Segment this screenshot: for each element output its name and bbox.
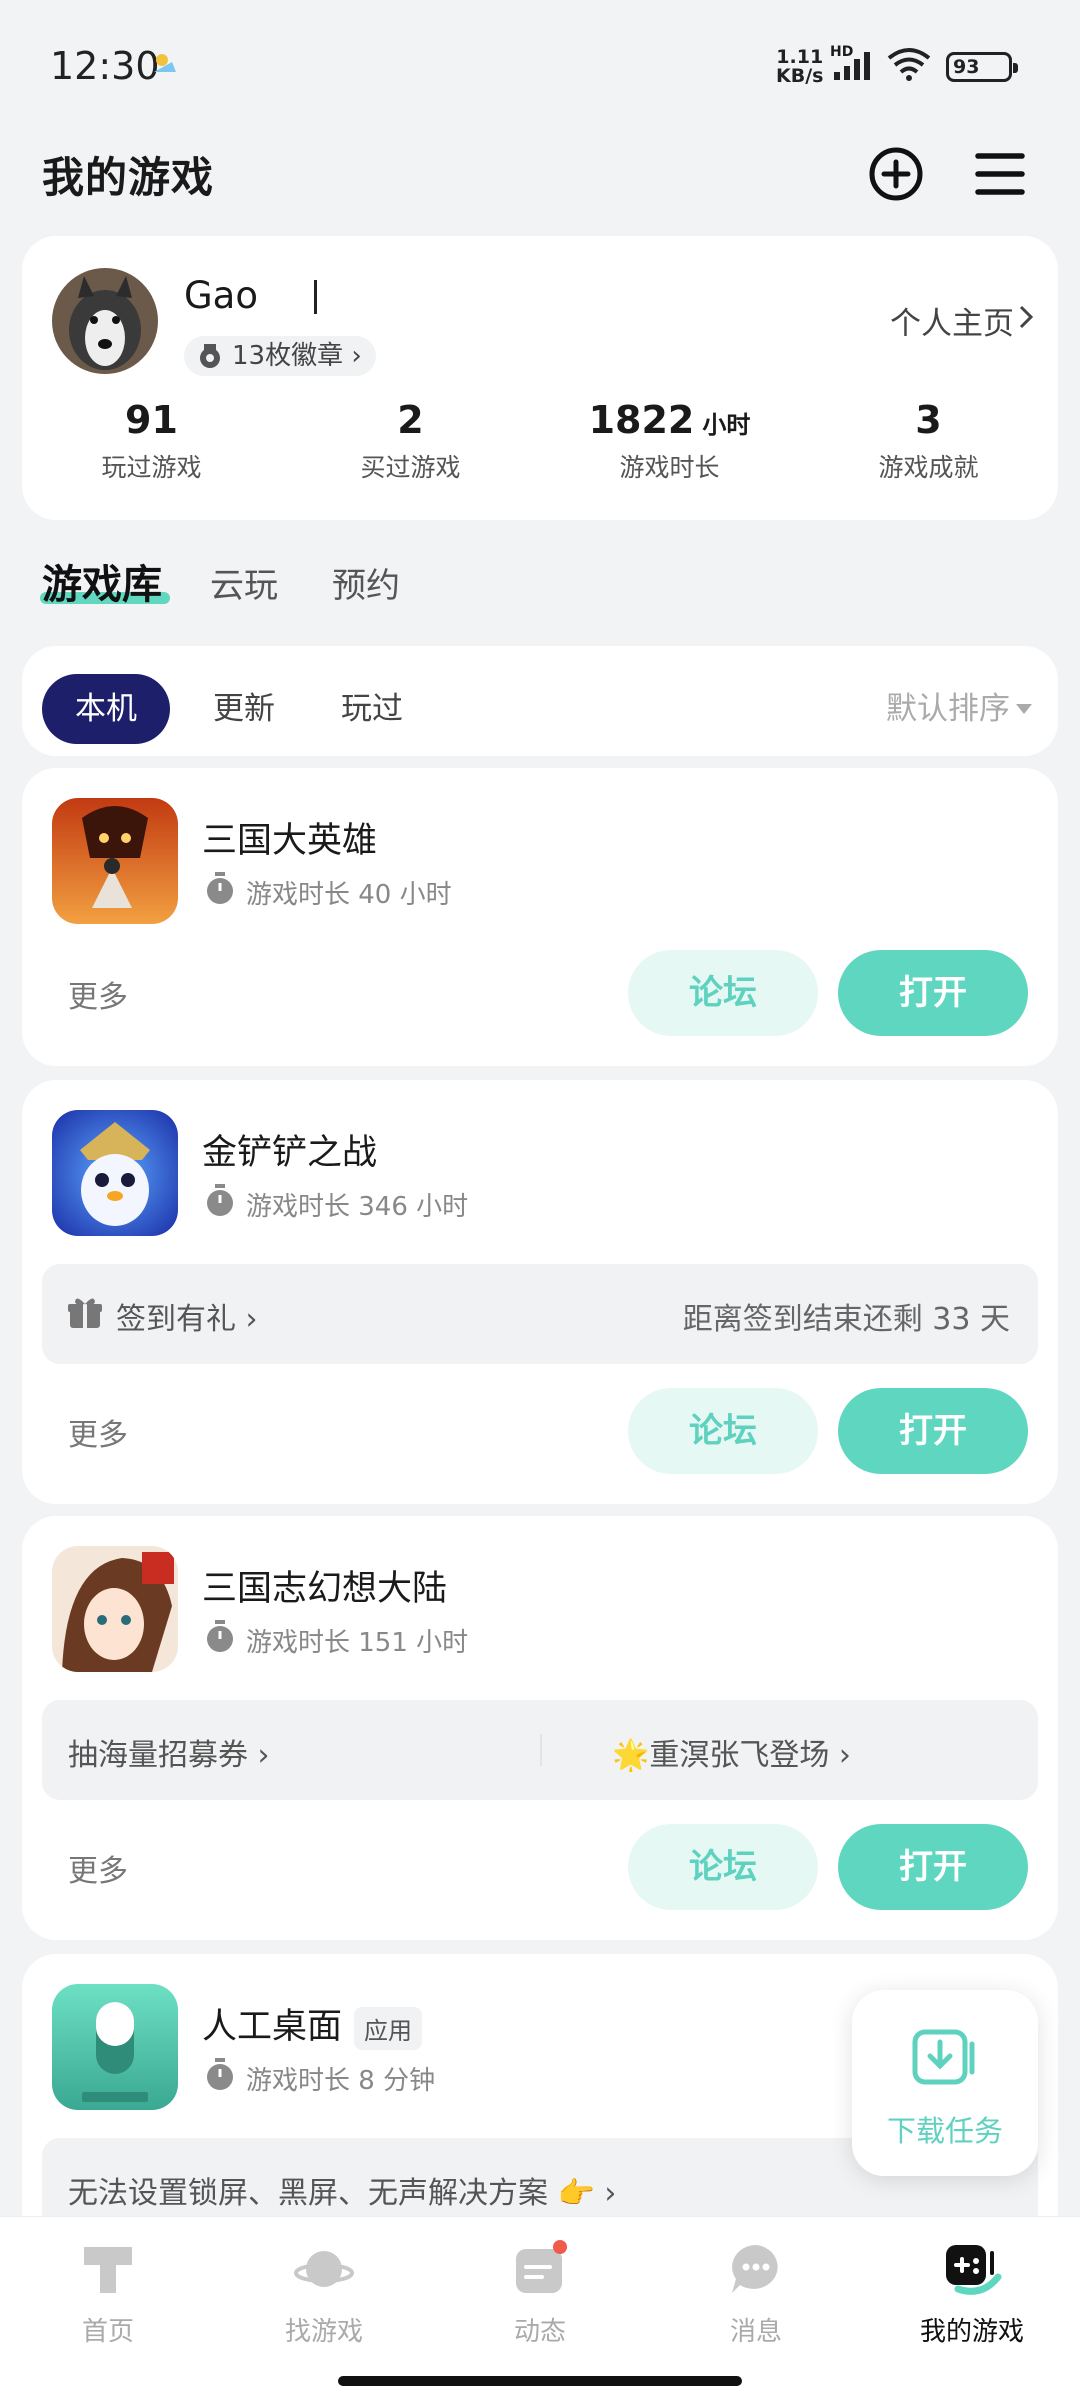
home-icon (84, 2247, 132, 2293)
medal-icon (200, 344, 220, 368)
nav-feed[interactable]: 动态 (432, 2217, 648, 2357)
profile-card: Gao 13枚徽章 › 个人主页 91 玩过游戏 2 买过游戏 1822 小时 游… (22, 236, 1058, 520)
stat-achievements[interactable]: 3 游戏成就 (799, 398, 1058, 484)
homepage-link[interactable]: 个人主页 (890, 298, 1014, 343)
stopwatch-icon (207, 1184, 233, 1216)
filter-chip-played[interactable]: 玩过 (322, 674, 422, 744)
chat-icon (732, 2245, 778, 2293)
stat-bought[interactable]: 2 买过游戏 (281, 398, 540, 484)
app-tag: 应用 (354, 2006, 423, 2050)
bottom-nav: 首页 找游戏 动态 消息 我的游戏 (0, 2216, 1080, 2400)
chevron-right-icon (1019, 305, 1034, 329)
game-icon[interactable] (52, 1984, 178, 2110)
stat-playtime[interactable]: 1822 小时 游戏时长 (540, 398, 799, 484)
filter-chip-updates[interactable]: 更新 (194, 674, 294, 744)
profile-name: Gao (184, 274, 258, 317)
clock: 12:30 (50, 44, 160, 88)
play-time: 游戏时长 346 小时 (246, 1192, 469, 1222)
checkin-label: 签到有礼 › (116, 1302, 258, 1337)
event-link-zhangfei[interactable]: 🌟重溟张飞登场 › (612, 1730, 851, 1774)
more-button[interactable]: 更多 (68, 1410, 128, 1454)
filter-bar: 本机 更新 玩过 默认排序 (22, 646, 1058, 756)
page-title: 我的游戏 (42, 153, 215, 202)
battery-indicator: 93 (946, 52, 1018, 82)
forum-button[interactable]: 论坛 (628, 1824, 818, 1910)
menu-icon[interactable] (970, 144, 1030, 204)
play-time: 游戏时长 151 小时 (246, 1628, 469, 1658)
status-bar: 12:30 1.11 KB/s HD 93 (0, 0, 1080, 130)
caret-down-icon (1016, 704, 1032, 714)
play-time: 游戏时长 8 分钟 (246, 2066, 436, 2096)
open-button[interactable]: 打开 (838, 950, 1028, 1036)
game-title: 三国志幻想大陆 (202, 1569, 448, 1609)
signal-icon (834, 52, 870, 80)
nav-my-games[interactable]: 我的游戏 (864, 2217, 1080, 2357)
download-icon (912, 2029, 975, 2085)
tab-reserve[interactable]: 预约 (332, 558, 400, 607)
nav-messages[interactable]: 消息 (648, 2217, 864, 2357)
gamepad-icon (946, 2245, 1002, 2295)
game-card: 三国志幻想大陆 游戏时长 151 小时 抽海量招募券 › 🌟重溟张飞登场 › 更… (22, 1516, 1058, 1940)
checkin-banner[interactable]: 签到有礼 › 距离签到结束还剩 33 天 (42, 1264, 1038, 1364)
event-link-recruit[interactable]: 抽海量招募券 › (68, 1730, 270, 1774)
filter-chip-local[interactable]: 本机 (42, 674, 170, 744)
feed-icon (516, 2240, 567, 2293)
plus-circle-icon[interactable] (866, 144, 926, 204)
more-button[interactable]: 更多 (68, 1846, 128, 1890)
stopwatch-icon (207, 1620, 233, 1652)
game-card: 金铲铲之战 游戏时长 346 小时 签到有礼 › 距离签到结束还剩 33 天 更… (22, 1080, 1058, 1504)
badge-count[interactable]: 13枚徽章 › (184, 336, 376, 376)
game-title: 金铲铲之战 (202, 1133, 378, 1173)
nav-home[interactable]: 首页 (0, 2217, 216, 2357)
event-banner: 抽海量招募券 › 🌟重溟张飞登场 › (42, 1700, 1038, 1800)
game-card: 三国大英雄 游戏时长 40 小时 更多 论坛 打开 (22, 768, 1058, 1066)
help-link: 无法设置锁屏、黑屏、无声解决方案 👉 › (68, 2176, 617, 2211)
stopwatch-icon (207, 872, 233, 904)
divider (540, 1734, 542, 1766)
home-indicator (338, 2376, 742, 2386)
open-button[interactable]: 打开 (838, 1388, 1028, 1474)
stopwatch-icon (207, 2058, 233, 2090)
weather-icon (154, 54, 176, 72)
avatar[interactable] (52, 268, 158, 374)
game-icon[interactable] (52, 1546, 178, 1672)
wifi-icon (887, 48, 931, 81)
gift-icon (68, 1298, 102, 1328)
tab-library[interactable]: 游戏库 (42, 552, 162, 610)
game-title: 三国大英雄 (202, 821, 378, 861)
game-title: 人工桌面 应用 (202, 1998, 423, 2050)
download-tasks-label: 下载任务 (886, 2114, 1003, 2148)
download-tasks-button[interactable]: 下载任务 (852, 1990, 1038, 2176)
forum-button[interactable]: 论坛 (628, 1388, 818, 1474)
tab-cloud[interactable]: 云玩 (210, 558, 278, 607)
network-speed: 1.11 KB/s (776, 46, 824, 87)
stat-played[interactable]: 91 玩过游戏 (22, 398, 281, 484)
play-time: 游戏时长 40 小时 (246, 880, 452, 910)
nav-find-games[interactable]: 找游戏 (216, 2217, 432, 2357)
sort-dropdown[interactable]: 默认排序 (886, 674, 1010, 744)
game-icon[interactable] (52, 1110, 178, 1236)
forum-button[interactable]: 论坛 (628, 950, 818, 1036)
checkin-countdown: 距离签到结束还剩 33 天 (682, 1302, 1010, 1337)
open-button[interactable]: 打开 (838, 1824, 1028, 1910)
text-cursor (314, 280, 317, 314)
game-icon[interactable] (52, 798, 178, 924)
planet-icon (294, 2251, 354, 2287)
more-button[interactable]: 更多 (68, 972, 128, 1016)
